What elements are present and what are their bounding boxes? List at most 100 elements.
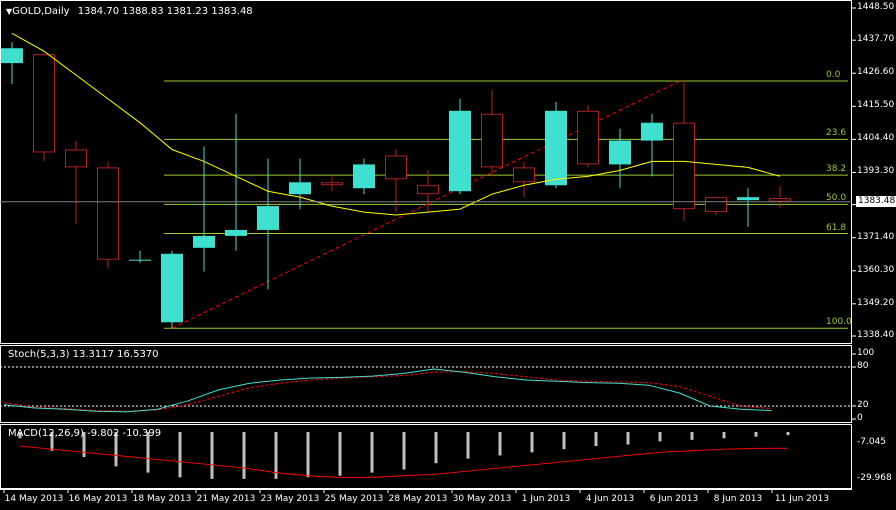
candle xyxy=(417,170,439,213)
candle xyxy=(1,42,23,84)
candle-body xyxy=(577,110,599,165)
candle-body xyxy=(257,206,279,230)
price-tick-label: 1393.30 xyxy=(857,166,895,177)
macd-histogram-bar xyxy=(402,432,406,470)
candle-body xyxy=(641,122,663,141)
candle xyxy=(97,161,119,269)
candle xyxy=(513,161,535,198)
candle-body xyxy=(97,167,119,260)
fib-level-label: 50.0 xyxy=(826,193,847,204)
macd-histogram-bar xyxy=(658,432,662,442)
stoch-tick-label: 0 xyxy=(857,413,863,423)
price-tick-label: 1404.40 xyxy=(857,133,895,144)
macd-histogram-bar xyxy=(370,432,374,473)
candle-body xyxy=(353,164,375,189)
fib-level-label: 23.6 xyxy=(826,128,847,139)
symbol-timeframe: GOLD,Daily xyxy=(12,6,70,17)
date-label: 6 Jun 2013 xyxy=(649,494,699,504)
candle xyxy=(641,113,663,177)
candle-body xyxy=(769,198,791,202)
candle-body xyxy=(33,54,55,153)
price-tick-label: 1349.20 xyxy=(857,297,895,308)
candle xyxy=(129,250,151,263)
candle-body xyxy=(161,253,183,323)
candle xyxy=(449,98,471,195)
candle xyxy=(33,54,55,162)
macd-histogram-bar xyxy=(498,432,502,456)
fib-level-label: 61.8 xyxy=(826,222,847,233)
candle-body xyxy=(705,197,727,213)
candle xyxy=(161,250,183,329)
macd-histogram-bar xyxy=(722,432,726,439)
fibonacci-layer[interactable] xyxy=(164,80,848,329)
price-tick-label: 1371.40 xyxy=(857,231,895,242)
date-label: 8 Jun 2013 xyxy=(713,494,763,504)
candle xyxy=(609,128,631,189)
stoch-main-line xyxy=(3,368,772,413)
trading-chart[interactable]: ▼GOLD,Daily 1384.70 1388.83 1381.23 1383… xyxy=(0,0,896,510)
fib-level-label: 38.2 xyxy=(826,164,847,175)
candle xyxy=(577,104,599,168)
candle-body xyxy=(289,182,311,195)
candle xyxy=(705,197,727,216)
macd-histogram-bar xyxy=(210,432,214,479)
date-label: 1 Jun 2013 xyxy=(521,494,571,504)
macd-histogram-bar xyxy=(338,432,342,476)
ohlc-values: 1384.70 1388.83 1381.23 1383.48 xyxy=(77,6,253,17)
macd-layer[interactable] xyxy=(18,432,790,479)
candle-body xyxy=(321,182,343,186)
macd-histogram-bar xyxy=(530,432,534,453)
date-label: 25 May 2013 xyxy=(324,494,384,504)
candle xyxy=(673,80,695,222)
stoch-tick-label: 80 xyxy=(857,361,869,371)
macd-histogram-bar xyxy=(306,432,310,478)
macd-tick-label: -29.968 xyxy=(857,472,892,483)
candle-body xyxy=(385,155,407,180)
candle-body xyxy=(609,140,631,165)
macd-histogram-bar xyxy=(274,432,278,479)
candle xyxy=(385,149,407,213)
macd-histogram-bar xyxy=(562,432,566,450)
candle-body xyxy=(193,235,215,248)
macd-tick-label: -7.045 xyxy=(857,437,887,447)
date-label: 18 May 2013 xyxy=(132,494,192,504)
price-tick-label: 1338.40 xyxy=(857,330,895,340)
date-label: 14 May 2013 xyxy=(4,494,64,504)
macd-histogram-bar xyxy=(754,432,758,437)
main-pane-frame xyxy=(0,0,852,344)
candle xyxy=(481,89,503,177)
current-price-tag: 1383.48 xyxy=(856,195,896,207)
macd-histogram-bar xyxy=(242,432,246,479)
price-tick-label: 1415.50 xyxy=(857,100,895,111)
candle-body xyxy=(65,149,87,168)
stochastic-layer[interactable] xyxy=(0,366,852,413)
candle xyxy=(353,158,375,195)
date-label: 4 Jun 2013 xyxy=(585,494,635,504)
price-tick-label: 1448.50 xyxy=(857,2,895,12)
macd-histogram-bar xyxy=(434,432,438,464)
price-tick-label: 1437.70 xyxy=(857,34,895,45)
candle xyxy=(737,188,759,227)
stoch-tick-label: 100 xyxy=(857,348,875,358)
candle-body xyxy=(481,113,503,168)
macd-histogram-bar xyxy=(690,432,694,440)
pane-frames xyxy=(0,0,852,490)
chart-header[interactable]: ▼GOLD,Daily 1384.70 1388.83 1381.23 1383… xyxy=(6,6,253,17)
fib-level-label: 0.0 xyxy=(826,69,841,80)
candle-body xyxy=(545,110,567,186)
price-tick-label: 1426.60 xyxy=(857,67,895,78)
date-label: 28 May 2013 xyxy=(388,494,448,504)
candle-body xyxy=(1,48,23,64)
date-label: 11 Jun 2013 xyxy=(774,494,830,504)
candle-body xyxy=(513,167,535,183)
candle xyxy=(769,185,791,209)
macd-title: MACD(12,26,9) -9.802 -10.399 xyxy=(8,428,162,439)
stoch-tick-label: 20 xyxy=(857,400,869,410)
macd-histogram-bar xyxy=(626,432,630,445)
macd-histogram-bar xyxy=(466,432,470,459)
date-label: 30 May 2013 xyxy=(452,494,512,504)
candle xyxy=(321,176,343,192)
candle xyxy=(257,158,279,290)
date-label: 21 May 2013 xyxy=(196,494,256,504)
date-label: 23 May 2013 xyxy=(260,494,320,504)
